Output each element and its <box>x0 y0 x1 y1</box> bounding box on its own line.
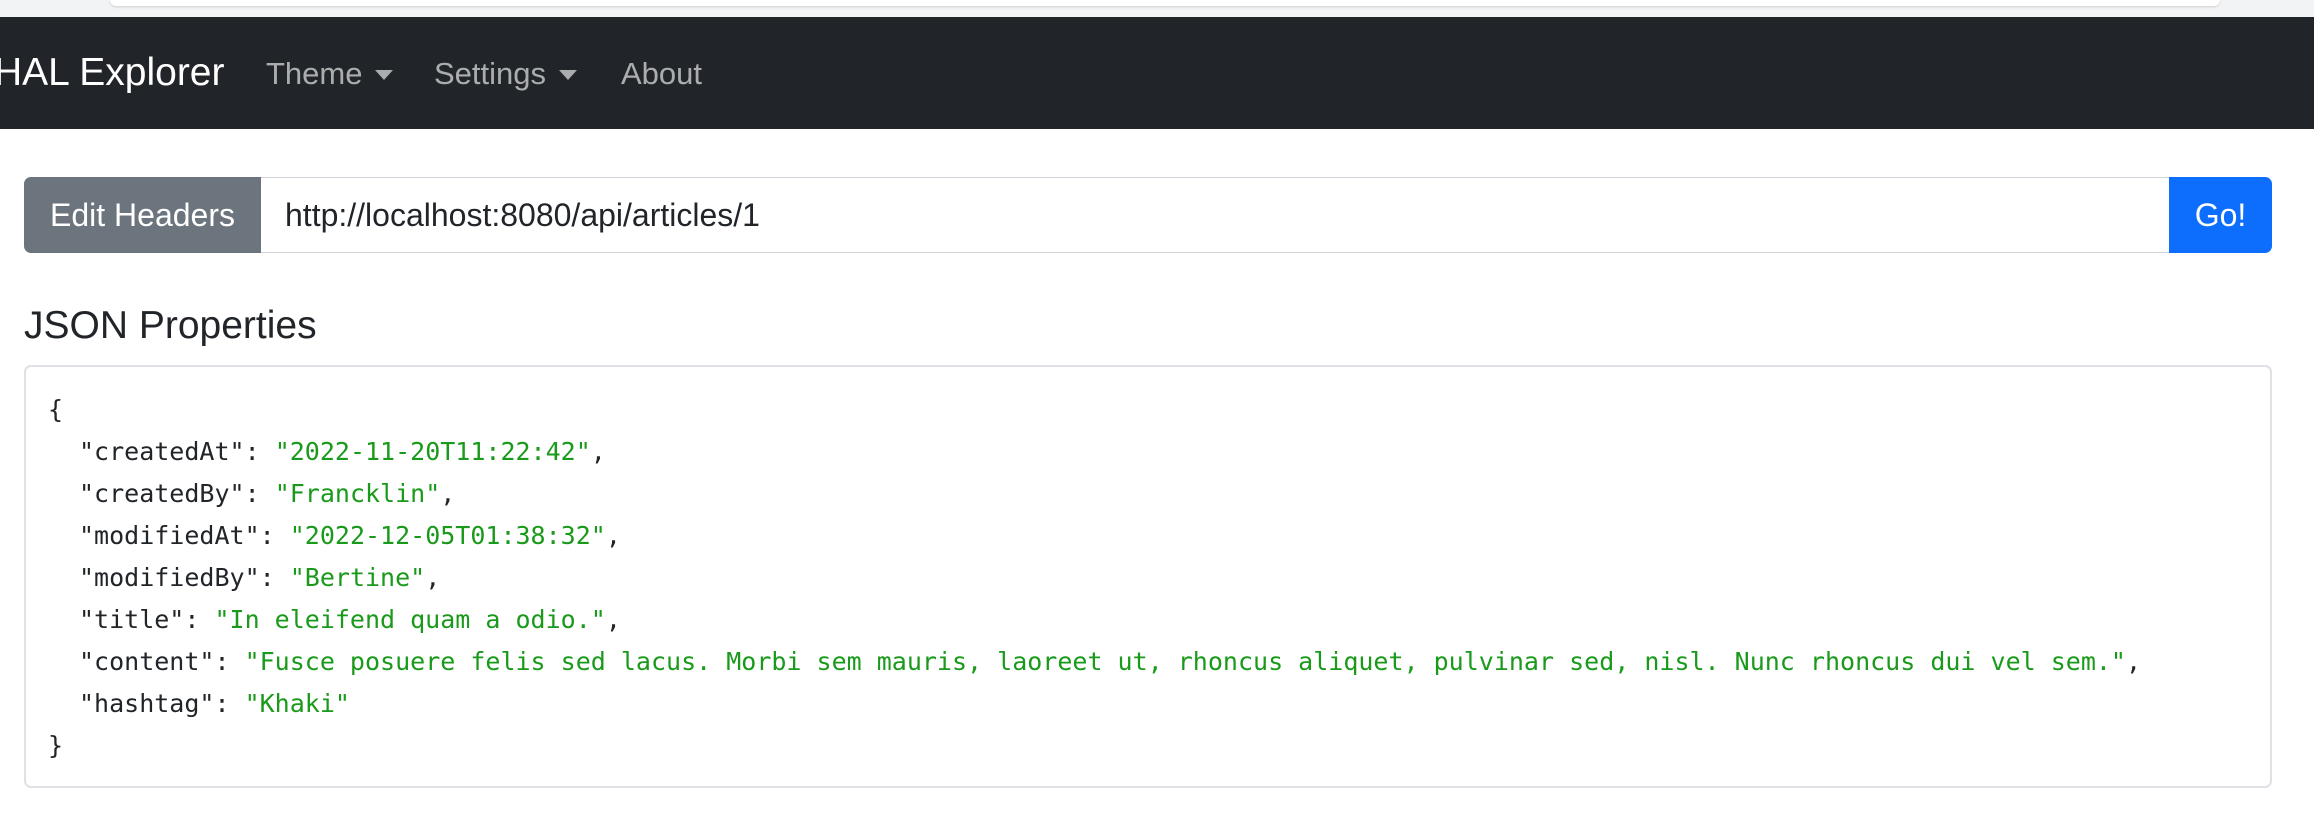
nav-settings-label: Settings <box>434 56 547 91</box>
json-value: "Bertine" <box>289 563 426 592</box>
json-key: "createdAt" <box>79 437 245 466</box>
nav-theme-dropdown[interactable]: Theme <box>266 55 394 93</box>
json-key: "hashtag" <box>79 689 215 718</box>
json-properties-list: "createdAt": "2022-11-20T11:22:42", "crea… <box>48 431 2270 725</box>
json-value: "2022-12-05T01:38:32" <box>289 521 606 550</box>
json-property-line: "content": "Fusce posuere felis sed lacu… <box>48 641 2270 683</box>
json-separator: , <box>605 521 621 550</box>
browser-top-strip <box>0 0 2314 17</box>
json-open-brace: { <box>48 395 64 424</box>
json-colon: : <box>214 647 245 676</box>
json-colon: : <box>244 479 275 508</box>
navbar-brand[interactable]: HAL Explorer <box>0 49 224 97</box>
json-properties-title: JSON Properties <box>24 304 317 347</box>
json-separator: , <box>440 479 456 508</box>
json-colon: : <box>184 605 215 634</box>
json-key: "title" <box>79 605 185 634</box>
request-bar: Edit Headers Go! <box>24 177 2272 253</box>
json-key: "createdBy" <box>79 479 245 508</box>
nav-about-label: About <box>621 56 703 91</box>
json-property-line: "hashtag": "Khaki" <box>48 683 2270 725</box>
json-key: "modifiedAt" <box>79 521 260 550</box>
json-separator: , <box>590 437 606 466</box>
json-value: "In eleifend quam a odio." <box>214 605 606 634</box>
json-key: "modifiedBy" <box>79 563 260 592</box>
nav-about-link[interactable]: About <box>621 55 702 93</box>
caret-down-icon <box>375 70 394 80</box>
json-property-line: "modifiedBy": "Bertine", <box>48 557 2270 599</box>
json-property-line: "createdBy": "Francklin", <box>48 473 2270 515</box>
json-value: "Fusce posuere felis sed lacus. Morbi se… <box>244 647 2126 676</box>
edit-headers-button[interactable]: Edit Headers <box>24 177 261 253</box>
json-colon: : <box>259 563 290 592</box>
json-value: "Khaki" <box>244 689 350 718</box>
json-colon: : <box>259 521 290 550</box>
json-colon: : <box>244 437 275 466</box>
go-button[interactable]: Go! <box>2169 177 2272 253</box>
json-separator: , <box>605 605 621 634</box>
url-input[interactable] <box>261 177 2169 253</box>
json-property-line: "title": "In eleifend quam a odio.", <box>48 599 2270 641</box>
json-value: "Francklin" <box>274 479 441 508</box>
json-colon: : <box>214 689 245 718</box>
json-property-line: "modifiedAt": "2022-12-05T01:38:32", <box>48 515 2270 557</box>
nav-theme-label: Theme <box>266 56 363 91</box>
json-close-brace: } <box>48 731 64 760</box>
json-key: "content" <box>79 647 215 676</box>
browser-top-edge <box>110 0 2220 6</box>
json-value: "2022-11-20T11:22:42" <box>274 437 591 466</box>
nav-settings-dropdown[interactable]: Settings <box>434 55 578 93</box>
json-property-line: "createdAt": "2022-11-20T11:22:42", <box>48 431 2270 473</box>
json-properties-panel: { "createdAt": "2022-11-20T11:22:42", "cr… <box>24 365 2272 788</box>
json-separator: , <box>425 563 441 592</box>
navbar: HAL Explorer Theme Settings About <box>0 17 2314 129</box>
caret-down-icon <box>559 70 578 80</box>
json-separator: , <box>2126 647 2142 676</box>
